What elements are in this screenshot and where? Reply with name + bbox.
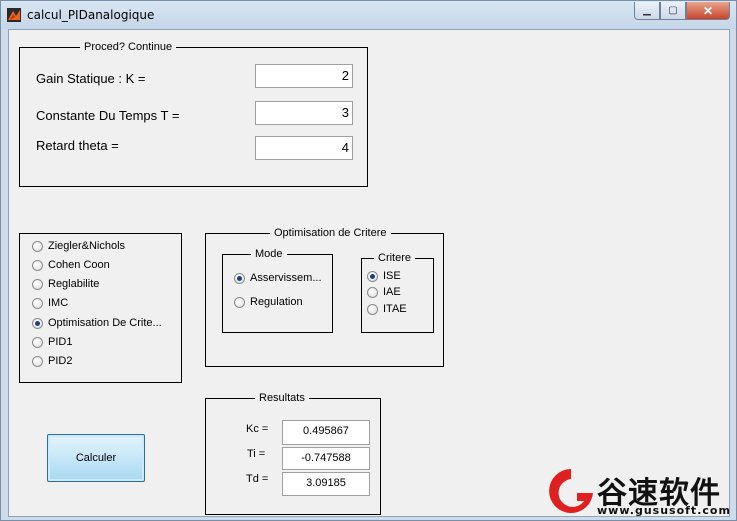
critere-panel: Critere ISE IAE ITAE xyxy=(361,252,434,333)
ti-label: Ti = xyxy=(247,448,266,460)
matlab-icon xyxy=(7,8,21,22)
mode-radio-asservissement[interactable]: Asservissem... xyxy=(234,272,322,284)
radio-label: PID1 xyxy=(48,336,73,348)
method-radio-ziegler[interactable]: Ziegler&Nichols xyxy=(32,240,125,252)
radio-label: Reglabilite xyxy=(48,278,100,290)
watermark-url: www.gususoft.com xyxy=(597,504,731,517)
radio-dot xyxy=(367,303,378,315)
radio-label: PID2 xyxy=(48,355,73,367)
calculer-label: Calculer xyxy=(75,452,117,464)
gain-input[interactable]: 2 xyxy=(255,64,353,88)
radio-dot xyxy=(367,286,378,298)
title-bar[interactable]: calcul_PIDanalogique ▁ ▢ ✕ xyxy=(1,1,736,29)
maximize-button[interactable]: ▢ xyxy=(660,2,686,20)
radio-label: Optimisation De Crite... xyxy=(48,317,162,329)
critere-radio-ise[interactable]: ISE xyxy=(367,270,401,282)
time-constant-input[interactable]: 3 xyxy=(255,101,353,125)
gususoft-logo-icon xyxy=(549,469,593,513)
radio-label: IAE xyxy=(383,286,401,298)
radio-dot xyxy=(234,296,245,308)
method-panel: Ziegler&Nichols Cohen Coon Reglabilite I… xyxy=(19,233,182,383)
panel-title: Optimisation de Critere xyxy=(270,227,391,240)
window-title: calcul_PIDanalogique xyxy=(27,8,155,22)
method-radio-pid2[interactable]: PID2 xyxy=(32,355,72,367)
radio-dot xyxy=(32,297,43,309)
radio-label: Ziegler&Nichols xyxy=(48,240,126,252)
radio-label: IMC xyxy=(48,297,69,309)
client-area: Proced? Continue Gain Statique : K = 2 C… xyxy=(8,29,730,517)
delay-input[interactable]: 4 xyxy=(255,136,353,160)
critere-radio-iae[interactable]: IAE xyxy=(367,286,401,298)
kc-value-field[interactable]: 0.495867 xyxy=(282,420,370,445)
gususoft-watermark: 谷速软件 www.gususoft.com xyxy=(541,463,737,521)
gain-label: Gain Statique : K = xyxy=(36,71,146,86)
td-value-field[interactable]: 3.09185 xyxy=(282,472,370,496)
panel-title: Proced? Continue xyxy=(80,41,177,54)
radio-dot xyxy=(32,259,43,271)
panel-title: Resultats xyxy=(255,392,309,405)
method-radio-optimisation[interactable]: Optimisation De Crite... xyxy=(32,317,162,329)
method-radio-imc[interactable]: IMC xyxy=(32,297,68,309)
method-radio-reglabilite[interactable]: Reglabilite xyxy=(32,278,99,290)
radio-dot xyxy=(32,336,43,348)
kc-label: Kc = xyxy=(246,423,269,435)
time-constant-label: Constante Du Temps T = xyxy=(36,108,180,123)
radio-dot-selected xyxy=(367,270,378,282)
critere-radio-itae[interactable]: ITAE xyxy=(367,303,407,315)
radio-label: ISE xyxy=(383,270,401,282)
method-radio-pid1[interactable]: PID1 xyxy=(32,336,72,348)
window-controls: ▁ ▢ ✕ xyxy=(634,2,730,21)
process-params-panel: Proced? Continue Gain Statique : K = 2 C… xyxy=(19,41,368,187)
radio-label: ITAE xyxy=(383,303,407,315)
radio-label: Asservissem... xyxy=(250,272,322,284)
optimisation-panel: Optimisation de Critere Mode Asservissem… xyxy=(205,227,444,367)
mode-radio-regulation[interactable]: Regulation xyxy=(234,296,303,308)
radio-label: Cohen Coon xyxy=(48,259,110,271)
radio-dot xyxy=(32,355,43,367)
radio-dot-selected xyxy=(234,272,245,284)
minimize-button[interactable]: ▁ xyxy=(634,2,660,20)
panel-title: Critere xyxy=(374,252,416,265)
panel-title: Mode xyxy=(251,248,287,261)
app-window: calcul_PIDanalogique ▁ ▢ ✕ Proced? Conti… xyxy=(0,0,737,521)
radio-label: Regulation xyxy=(250,296,303,308)
close-button[interactable]: ✕ xyxy=(686,2,730,20)
delay-label: Retard theta = xyxy=(36,138,119,153)
radio-dot-selected xyxy=(32,317,43,329)
radio-dot xyxy=(32,278,43,290)
results-panel: Resultats Kc = 0.495867 Ti = -0.747588 T… xyxy=(205,392,381,515)
radio-dot xyxy=(32,240,43,252)
method-radio-cohen[interactable]: Cohen Coon xyxy=(32,259,110,271)
td-label: Td = xyxy=(246,473,269,485)
ti-value-field[interactable]: -0.747588 xyxy=(282,447,370,470)
mode-panel: Mode Asservissem... Regulation xyxy=(222,248,333,333)
calculer-button[interactable]: Calculer xyxy=(47,434,145,482)
